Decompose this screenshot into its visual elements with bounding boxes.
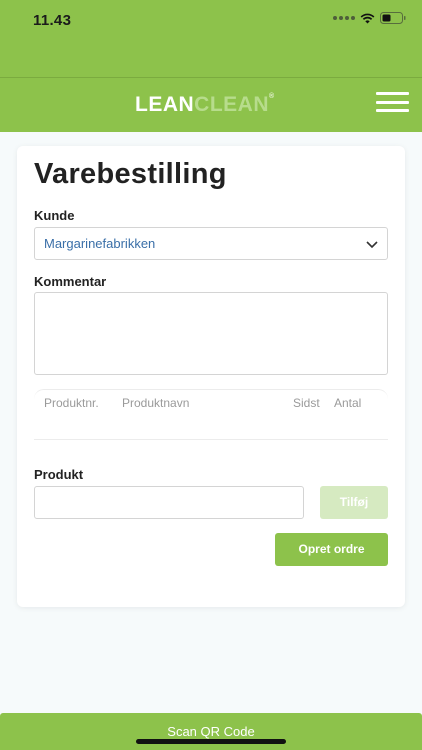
column-header-product-name: Produktnavn — [122, 396, 190, 410]
status-icons — [333, 12, 406, 24]
column-header-product-number: Produktnr. — [44, 396, 99, 410]
status-time: 11.43 — [33, 12, 72, 29]
page-title: Varebestilling — [34, 158, 227, 190]
leanclean-logo: LEANCLEAN® — [135, 93, 275, 116]
chevron-down-icon — [366, 241, 378, 249]
comment-label: Kommentar — [34, 274, 107, 289]
signal-icon — [333, 16, 355, 20]
product-input[interactable] — [34, 486, 304, 519]
product-label: Produkt — [34, 467, 84, 482]
customer-select-value: Margarinefabrikken — [44, 236, 156, 251]
customer-label: Kunde — [34, 208, 75, 223]
scan-qr-code-label: Scan QR Code — [167, 724, 255, 739]
column-header-quantity: Antal — [334, 396, 362, 410]
scan-qr-code-button[interactable]: Scan QR Code — [0, 713, 422, 750]
customer-select[interactable]: Margarinefabrikken — [34, 227, 388, 260]
column-header-last: Sidst — [293, 396, 320, 410]
wifi-icon — [360, 13, 375, 23]
create-order-button[interactable]: Opret ordre — [275, 533, 388, 566]
hamburger-menu-icon[interactable] — [376, 92, 409, 112]
battery-icon — [380, 12, 406, 24]
add-product-button[interactable]: Tilføj — [320, 486, 388, 519]
home-indicator — [136, 739, 286, 744]
comment-textarea[interactable] — [34, 292, 388, 375]
